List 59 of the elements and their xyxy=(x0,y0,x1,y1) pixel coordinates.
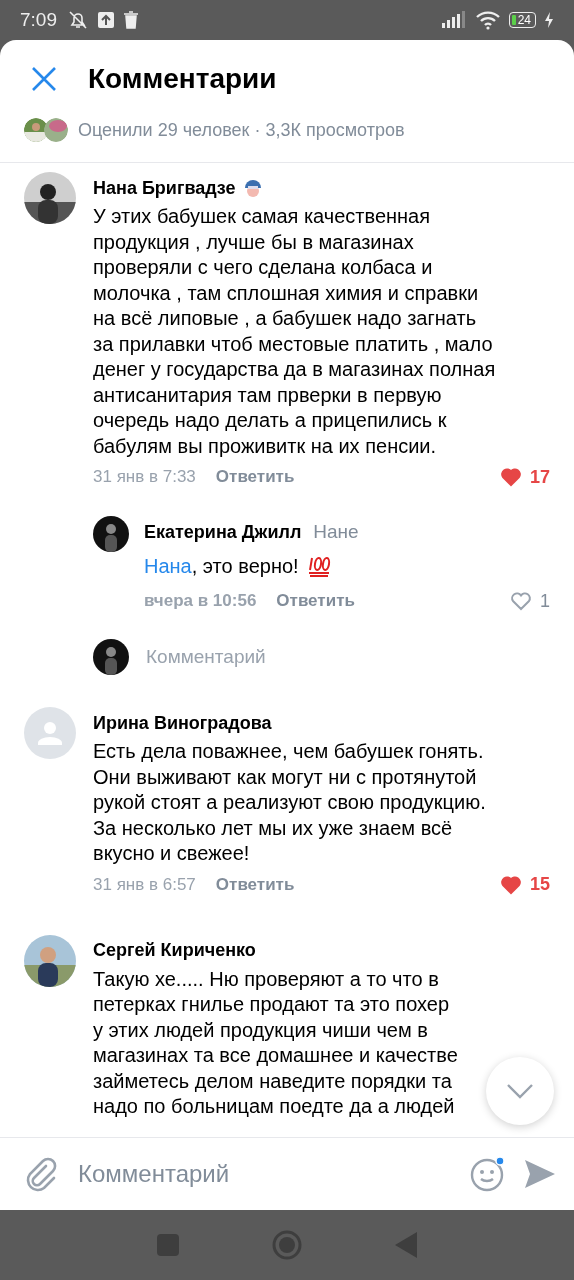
comment-text-line: рукой стоят а реализуют свою продукцию. xyxy=(93,790,486,815)
like-button[interactable]: 15 xyxy=(499,874,550,895)
emoji-icon[interactable] xyxy=(470,1156,506,1192)
upload-icon xyxy=(97,11,115,29)
charging-icon xyxy=(544,12,554,28)
trash-icon xyxy=(123,11,139,29)
send-icon[interactable] xyxy=(524,1159,556,1189)
heart-icon xyxy=(499,467,522,487)
heart-icon xyxy=(510,591,532,611)
comment-text: Нана, это верно! xyxy=(144,554,299,578)
comment-text-line: у этих людей продукция чиши чем в xyxy=(93,1017,428,1043)
like-button[interactable]: 17 xyxy=(499,466,550,488)
author-name[interactable]: Екатерина Джилл xyxy=(144,521,302,543)
sheet-title: Комментарии xyxy=(88,63,277,95)
comment-text-line: магазинах та все домашнее и качестве xyxy=(93,1043,458,1068)
heart-icon xyxy=(499,874,522,895)
likes-views-summary: Оценили 29 человек · 3,3К просмотров xyxy=(78,119,405,141)
comment-text-line: на всё липовые , а бабушек надо загнать xyxy=(93,306,477,331)
comment-text-line: За несколько лет мы их уже знаем всё xyxy=(93,815,453,841)
back-icon[interactable] xyxy=(395,1232,418,1258)
muted-bell-icon xyxy=(67,9,89,31)
comment-text-line: антисанитария там прверки в первую xyxy=(93,382,442,408)
comment-date: вчера в 10:56 xyxy=(144,591,257,611)
status-time: 7:09 xyxy=(20,9,57,31)
recents-icon[interactable] xyxy=(156,1234,179,1256)
reply-link[interactable]: Ответить xyxy=(215,874,295,895)
comment-text-line: за прилавки чтоб местовые платить , мало xyxy=(93,331,493,357)
user-avatar-icon xyxy=(24,707,76,759)
comment-text-line: надо по больницам поедте да а людей xyxy=(93,1094,455,1119)
comment-text-line: Такую хе..... Ню проверяют а то что в xyxy=(93,966,439,992)
comment-text-line: Они выживают как могут ни с протянутой xyxy=(93,764,477,790)
close-icon[interactable] xyxy=(31,66,57,92)
reply-to-name: Нане xyxy=(313,521,359,543)
comment-text-line: денег у государства да в магазинах полная xyxy=(93,357,496,382)
comment-text-line: проверяли с чего сделана колбаса и xyxy=(93,255,433,280)
comment-text-line: У этих бабушек самая качественная xyxy=(93,204,431,229)
comment-text-line: продукция , лучше бы в магазинах xyxy=(93,229,414,255)
attach-icon[interactable] xyxy=(24,1156,58,1192)
author-name[interactable]: Нана Бригвадзе xyxy=(93,177,236,199)
comment-text-line: молочка , там сплошная химия и справки xyxy=(93,280,479,306)
chevron-down-icon xyxy=(506,1083,534,1099)
comment-date: 31 янв в 7:33 xyxy=(93,467,196,487)
comment-text-line: Есть дела поважнее, чем бабушек гонять. xyxy=(93,739,484,764)
comment-text-line: петерках гнилье продают та это похер xyxy=(93,992,450,1017)
author-name[interactable]: Ирина Виноградова xyxy=(93,712,272,734)
battery-level: 24 xyxy=(508,12,536,28)
reply-link[interactable]: Ответить xyxy=(215,467,295,487)
mention-link[interactable]: Нана xyxy=(144,554,192,577)
home-icon[interactable] xyxy=(272,1230,302,1260)
signal-icon xyxy=(440,11,467,29)
comment-date: 31 янв в 6:57 xyxy=(93,874,196,895)
like-button[interactable]: 1 xyxy=(510,590,550,612)
comment-text-line: вкусно и свежее! xyxy=(93,841,250,866)
comment-text-line: бабулям вы проживитк на их пенсии. xyxy=(93,433,437,459)
comment-text-line: займетесь делом наведите порядки та xyxy=(93,1068,452,1094)
reply-link[interactable]: Ответить xyxy=(276,591,355,611)
author-name[interactable]: Сергей Кириченко xyxy=(93,940,256,961)
comment-text-line: очередь надо делать а прицепились к xyxy=(93,408,447,433)
wifi-icon xyxy=(474,10,501,30)
